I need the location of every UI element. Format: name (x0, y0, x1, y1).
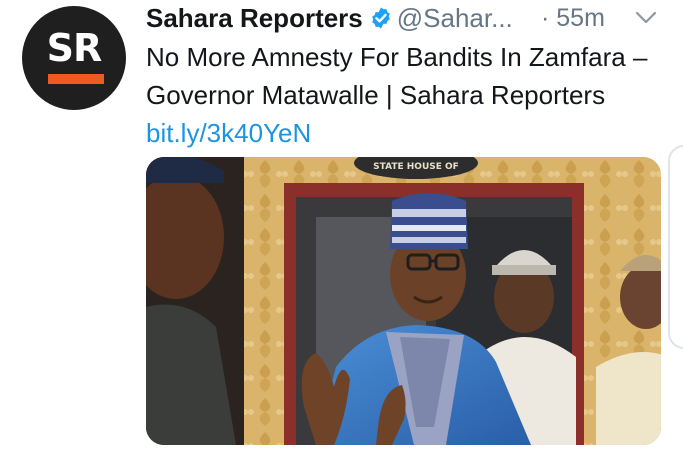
user-handle[interactable]: @Sahar... (397, 3, 513, 33)
display-name[interactable]: Sahara Reporters (146, 3, 363, 33)
avatar[interactable]: SR (22, 6, 126, 110)
tweet-text: No More Amnesty For Bandits In Zamfara –… (146, 38, 666, 152)
tweet-photo[interactable]: STATE HOUSE OF (146, 157, 661, 445)
timestamp[interactable]: · 55m (541, 3, 605, 33)
tweet-body: No More Amnesty For Bandits In Zamfara –… (146, 42, 648, 110)
tweet-link[interactable]: bit.ly/3k40YeN (146, 118, 311, 148)
photo-governor-scene: STATE HOUSE OF (146, 157, 661, 445)
avatar-logo-bar (48, 74, 104, 84)
tweet-card[interactable]: SR Sahara Reporters @Sahar... · 55m No M… (0, 0, 683, 454)
verified-badge-icon (371, 7, 390, 29)
avatar-logo-text: SR (46, 26, 103, 70)
next-card-edge (668, 145, 683, 349)
chevron-down-icon[interactable] (635, 10, 657, 26)
photo-sign-text: STATE HOUSE OF (373, 162, 459, 172)
